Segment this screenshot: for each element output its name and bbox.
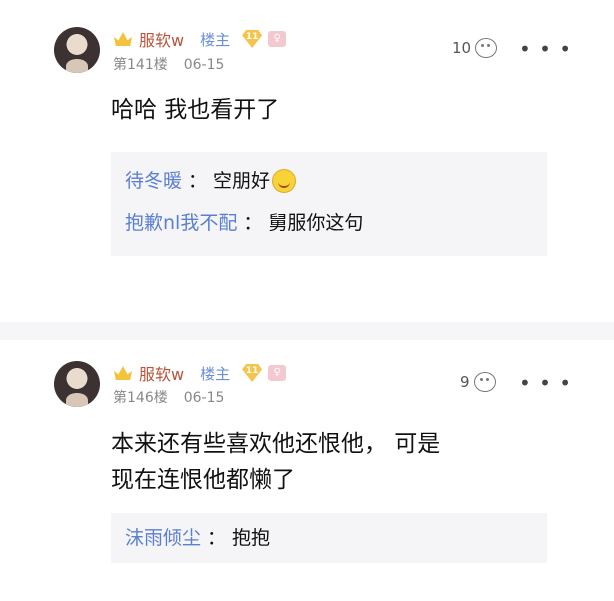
post-content-line: 现在连恨他都懒了	[111, 467, 295, 493]
reply-author[interactable]: 待冬暖	[125, 160, 182, 202]
reply-list[interactable]: 待冬暖：空朋好 抱歉nl我不配：舅服你这句	[111, 152, 547, 256]
post-date: 06-15	[183, 390, 225, 406]
reply-item[interactable]: 沫雨倾尘 ：抱抱	[125, 521, 533, 555]
post-content: 哈哈 我也看开了	[111, 97, 280, 123]
reply-item[interactable]: 待冬暖 ：空朋好	[125, 160, 533, 202]
post-date: 06-15	[183, 57, 225, 73]
more-options-icon[interactable]: • • •	[519, 371, 572, 395]
user-info-row: 服软w 楼主 11 ♀	[113, 361, 287, 385]
reply-author[interactable]: 抱歉nl我不配	[125, 202, 237, 244]
reply-list[interactable]: 沫雨倾尘 ：抱抱	[111, 513, 547, 563]
like-count: 10	[452, 39, 472, 57]
smile-icon	[272, 169, 297, 193]
reply-colon: ：	[243, 212, 263, 234]
reply-text: 舅服你这句	[268, 212, 364, 234]
like-icon[interactable]	[473, 372, 496, 392]
level-badge-icon: 11	[242, 30, 262, 48]
op-badge: 楼主	[200, 364, 231, 383]
avatar[interactable]	[54, 27, 100, 73]
username[interactable]: 服软w	[139, 361, 184, 385]
reply-text: 空朋好	[213, 170, 271, 192]
floor-number: 第146楼	[113, 390, 168, 406]
post-content: 本来还有些喜欢他还恨他， 可是 现在连恨他都懒了	[111, 426, 551, 498]
post-content-line: 本来还有些喜欢他还恨他， 可是	[111, 431, 441, 457]
op-badge: 楼主	[200, 30, 231, 49]
like-button[interactable]: 9	[460, 372, 496, 392]
comment-post: 服软w 楼主 11 ♀ 第141楼 06-15 10 • • • 哈哈 我也看开了…	[0, 0, 614, 322]
crown-icon	[113, 30, 133, 48]
reply-item[interactable]: 抱歉nl我不配 ：舅服你这句	[125, 202, 533, 244]
level-badge-icon: 11	[242, 364, 262, 382]
avatar[interactable]	[54, 361, 100, 407]
like-button[interactable]: 10	[452, 38, 498, 58]
like-icon[interactable]	[475, 38, 498, 58]
post-meta: 第141楼 06-15	[113, 54, 224, 74]
like-count: 9	[460, 373, 470, 391]
level-value: 11	[245, 366, 259, 376]
post-meta: 第146楼 06-15	[113, 387, 224, 407]
crown-icon	[113, 364, 133, 382]
reply-colon: ：	[188, 170, 208, 192]
user-info-row: 服软w 楼主 11 ♀	[113, 27, 287, 51]
reply-colon: ：	[207, 527, 227, 549]
comment-post: 服软w 楼主 11 ♀ 第146楼 06-15 9 • • • 本来还有些喜欢他还…	[0, 340, 614, 601]
level-value: 11	[245, 32, 259, 42]
username[interactable]: 服软w	[139, 27, 184, 51]
floor-number: 第141楼	[113, 57, 168, 73]
more-options-icon[interactable]: • • •	[519, 37, 572, 61]
post-divider	[0, 322, 614, 340]
pink-badge-icon: ♀	[268, 31, 287, 47]
reply-text: 抱抱	[232, 527, 271, 549]
reply-author[interactable]: 沫雨倾尘	[125, 521, 201, 555]
pink-badge-icon: ♀	[268, 365, 287, 381]
